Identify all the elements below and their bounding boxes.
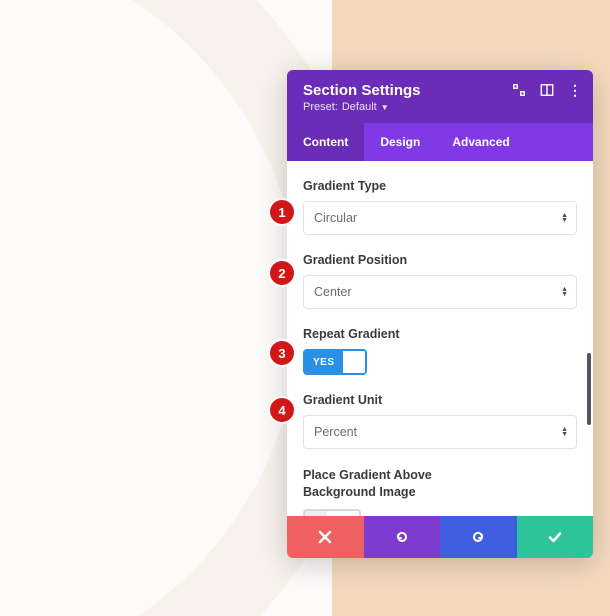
toggle-on-label: YES <box>305 351 343 373</box>
updown-icon: ▲▼ <box>561 213 568 223</box>
repeat-gradient-toggle[interactable]: YES <box>303 349 367 375</box>
gradient-position-label: Gradient Position <box>303 253 577 267</box>
preset-label: Preset: <box>303 101 338 113</box>
preset-value: Default <box>342 101 377 113</box>
gradient-position-value: Center <box>314 285 352 299</box>
gradient-type-value: Circular <box>314 211 357 225</box>
repeat-gradient-label: Repeat Gradient <box>303 327 577 341</box>
more-icon[interactable]: ⋮ <box>567 82 583 98</box>
caret-down-icon: ▼ <box>381 103 389 112</box>
panel-body[interactable]: Gradient Type Circular ▲▼ Gradient Posit… <box>287 161 593 516</box>
cancel-button[interactable] <box>287 516 364 558</box>
settings-panel: Section Settings Preset: Default ▼ ⋮ Con… <box>287 70 593 558</box>
toggle-knob <box>343 351 365 373</box>
gradient-type-label: Gradient Type <box>303 179 577 193</box>
callout-3: 3 <box>270 341 294 365</box>
background-left <box>0 0 332 616</box>
gradient-unit-label: Gradient Unit <box>303 393 577 407</box>
expand-icon[interactable] <box>511 82 527 98</box>
gradient-unit-value: Percent <box>314 425 357 439</box>
callout-4: 4 <box>270 398 294 422</box>
tab-content[interactable]: Content <box>287 123 364 161</box>
place-above-label: Place Gradient Above Background Image <box>303 467 463 501</box>
place-above-toggle[interactable]: NO <box>303 509 361 516</box>
preset-selector[interactable]: Preset: Default ▼ <box>303 101 577 113</box>
updown-icon: ▲▼ <box>561 287 568 297</box>
panel-footer <box>287 516 593 558</box>
scrollbar-thumb[interactable] <box>587 353 591 425</box>
undo-button[interactable] <box>364 516 441 558</box>
panel-header[interactable]: Section Settings Preset: Default ▼ ⋮ <box>287 70 593 123</box>
gradient-unit-select[interactable]: Percent ▲▼ <box>303 415 577 449</box>
columns-icon[interactable] <box>539 82 555 98</box>
updown-icon: ▲▼ <box>561 427 568 437</box>
redo-button[interactable] <box>440 516 517 558</box>
callout-1: 1 <box>270 200 294 224</box>
tab-advanced[interactable]: Advanced <box>436 123 525 161</box>
save-button[interactable] <box>517 516 594 558</box>
gradient-type-select[interactable]: Circular ▲▼ <box>303 201 577 235</box>
tab-design[interactable]: Design <box>364 123 436 161</box>
gradient-position-select[interactable]: Center ▲▼ <box>303 275 577 309</box>
callout-2: 2 <box>270 261 294 285</box>
tabs: Content Design Advanced <box>287 123 593 161</box>
